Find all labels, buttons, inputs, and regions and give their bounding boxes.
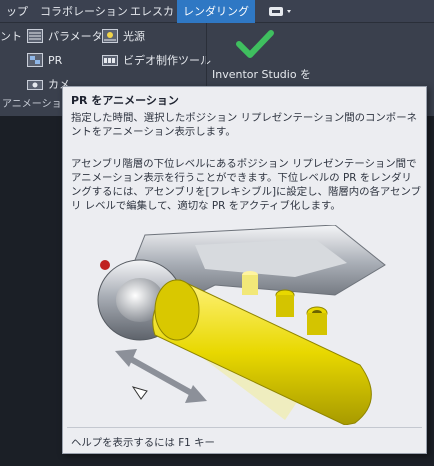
video-producer-button[interactable]: ビデオ制作ツール bbox=[102, 50, 211, 70]
animation-illustration bbox=[97, 225, 386, 425]
ribbon-separator bbox=[206, 23, 207, 95]
ribbon-tab-bar: ップ コラボレーション エレスカ レンダリング bbox=[0, 0, 434, 23]
parameter-icon bbox=[27, 29, 43, 43]
panel-menu-icon[interactable] bbox=[266, 5, 294, 18]
light-label: 光源 bbox=[123, 30, 145, 43]
tab-partial[interactable]: ップ bbox=[0, 0, 34, 23]
tooltip-title: PR をアニメーション bbox=[71, 94, 179, 107]
tooltip-body: アセンブリ階層の下位レベルにあるポジション リプレゼンテーション間でアニメーショ… bbox=[71, 158, 421, 212]
parameter-button[interactable]: パラメータ bbox=[27, 26, 103, 46]
tooltip-divider bbox=[67, 427, 422, 428]
pr-icon bbox=[27, 53, 43, 67]
tab-collaboration[interactable]: コラボレーション bbox=[34, 0, 134, 23]
parameter-label: パラメータ bbox=[48, 30, 103, 43]
light-icon bbox=[102, 29, 118, 43]
tooltip: PR をアニメーション 指定した時間、選択したポジション リプレゼンテーション間… bbox=[62, 86, 427, 454]
inventor-window: ップ コラボレーション エレスカ レンダリング ント パラメータ 光源 PR ビ… bbox=[0, 0, 434, 466]
check-icon[interactable] bbox=[236, 29, 274, 59]
tooltip-description: 指定した時間、選択したポジション リプレゼンテーション間のコンポーネントをアニメ… bbox=[71, 112, 417, 138]
tooltip-help-text: ヘルプを表示するには F1 キー bbox=[71, 437, 215, 449]
light-button[interactable]: 光源 bbox=[102, 26, 145, 46]
video-label: ビデオ制作ツール bbox=[123, 54, 211, 67]
ribbon-partial-label[interactable]: ント bbox=[0, 26, 22, 46]
tab-rendering[interactable]: レンダリング bbox=[177, 0, 255, 23]
video-icon bbox=[102, 55, 118, 66]
pr-label: PR bbox=[48, 53, 63, 67]
animation-group-label: アニメーション bbox=[2, 99, 72, 110]
animate-pr-button[interactable]: PR bbox=[27, 50, 62, 70]
inventor-studio-label[interactable]: Inventor Studio を bbox=[212, 66, 311, 82]
tab-erescape[interactable]: エレスカ bbox=[124, 0, 180, 23]
camera-icon bbox=[27, 80, 43, 90]
